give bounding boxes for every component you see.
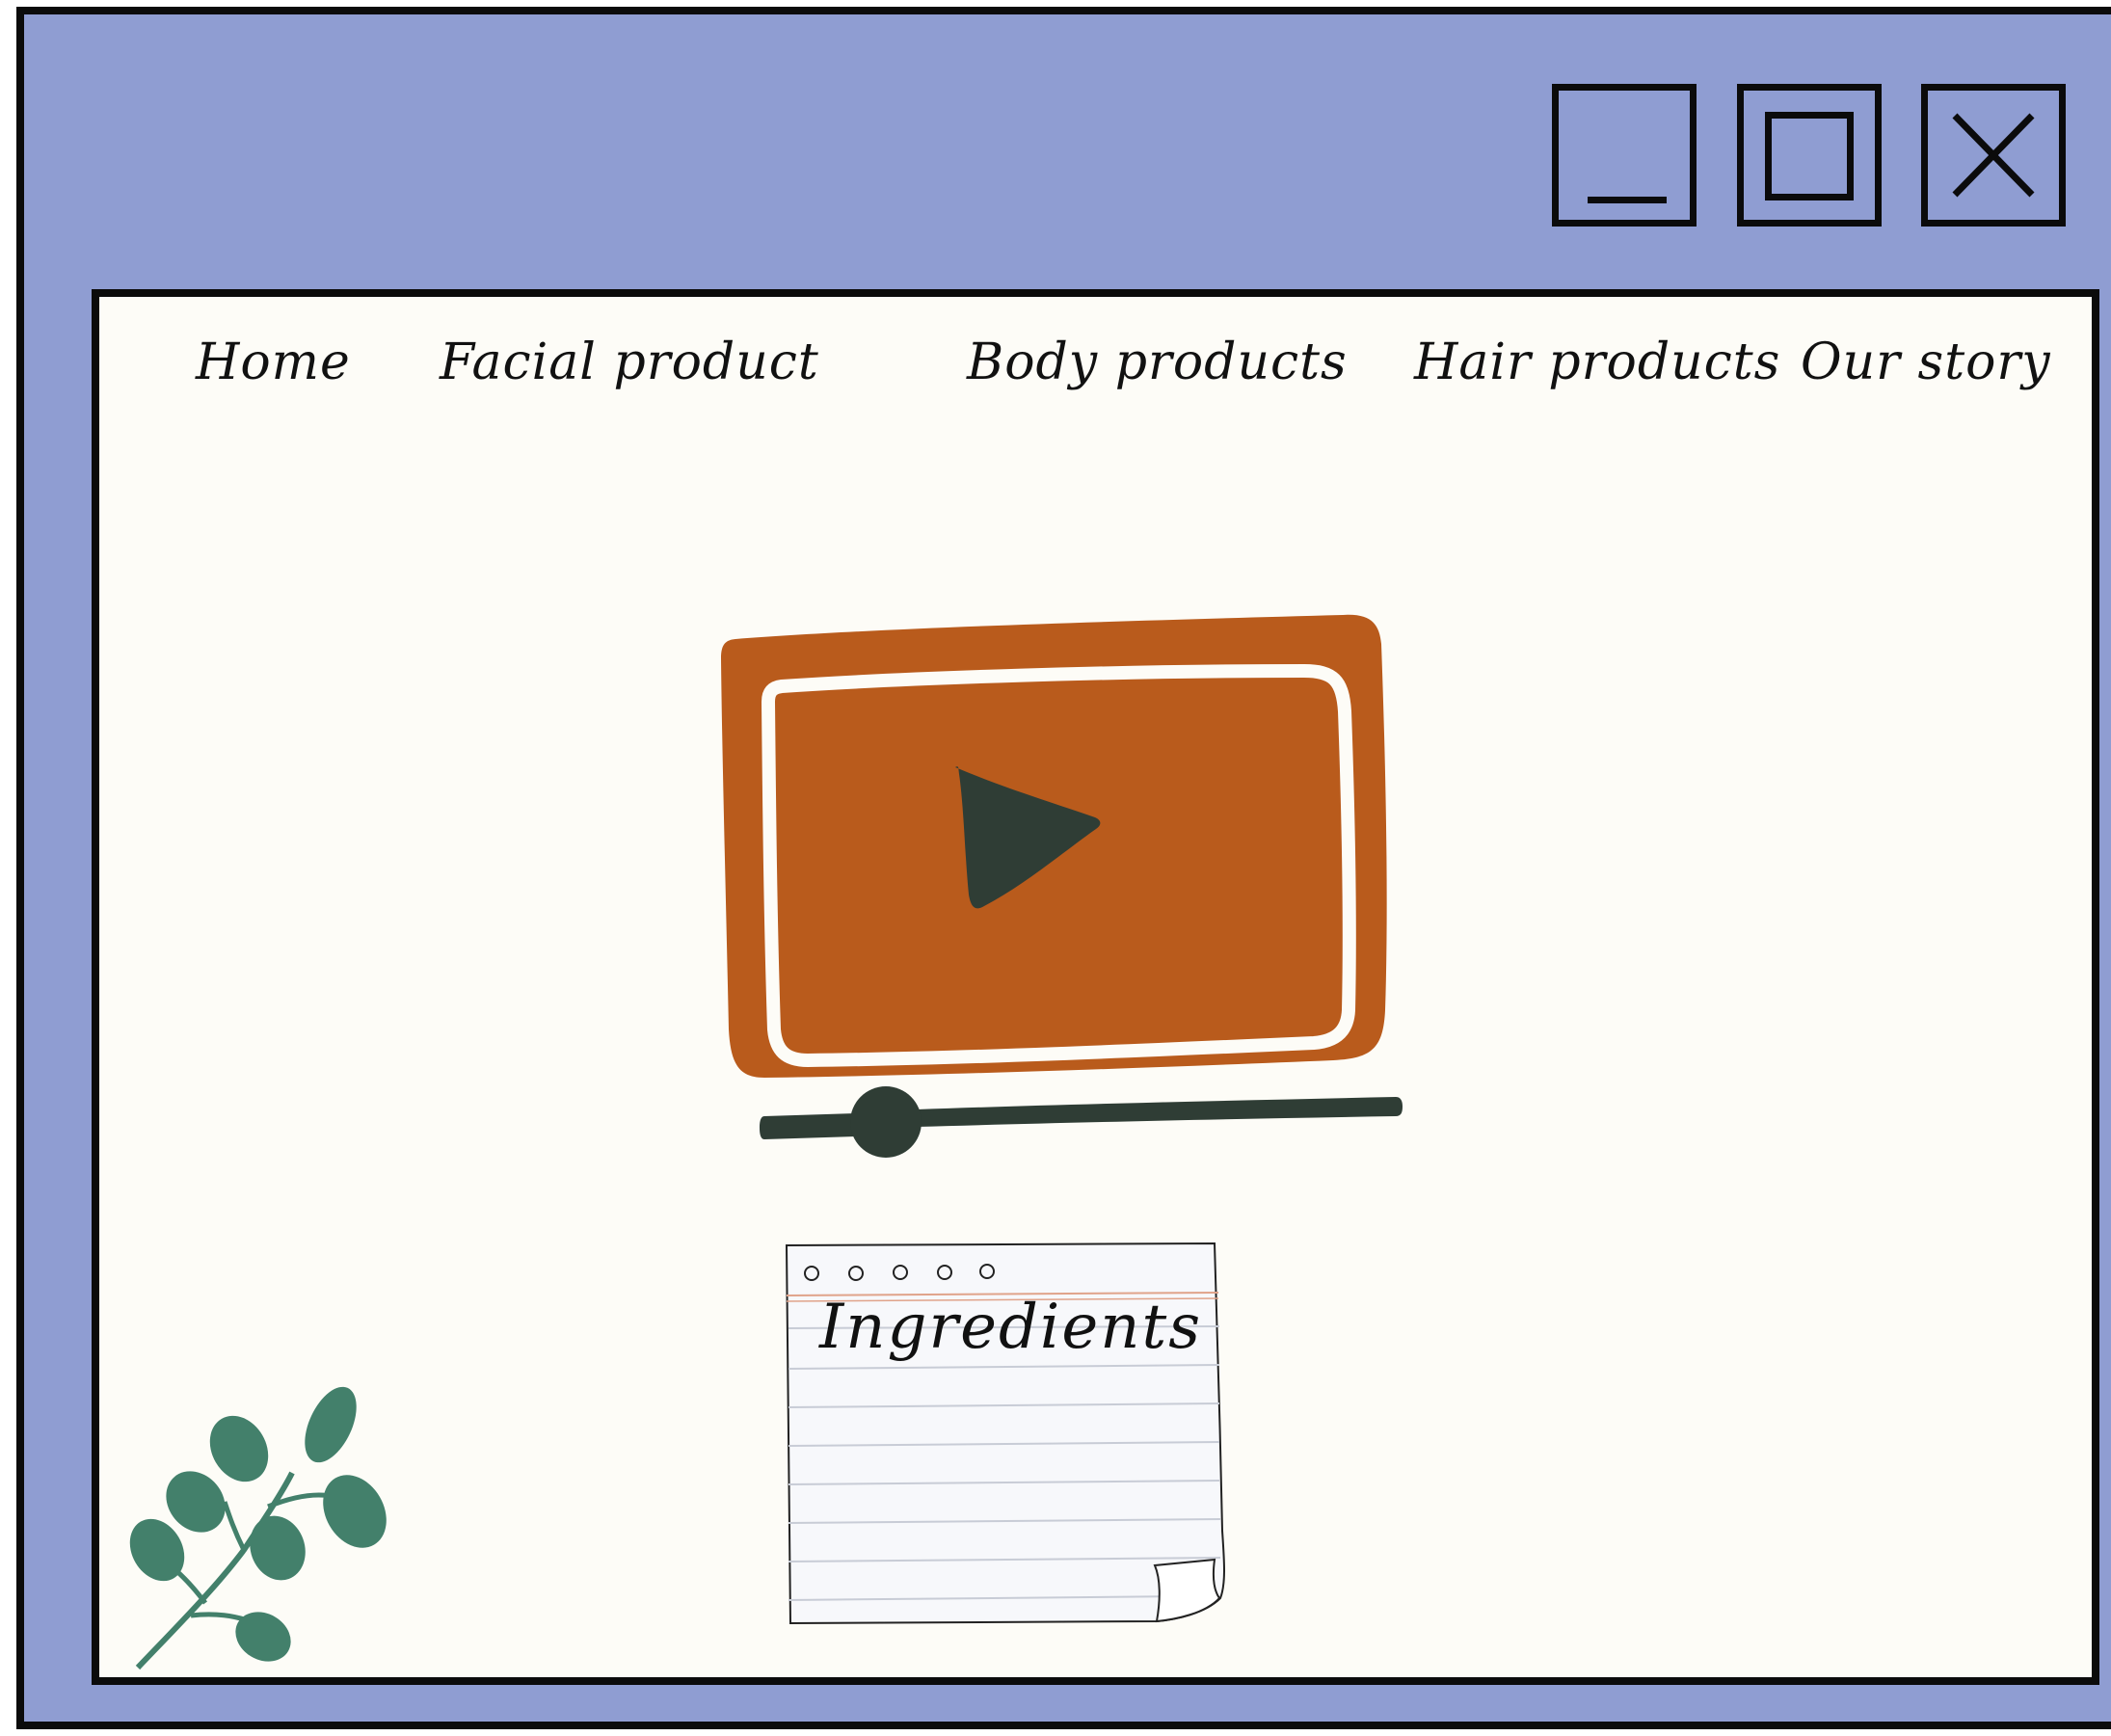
close-icon xyxy=(1952,113,2035,198)
video-progress-bar[interactable] xyxy=(760,1086,1403,1158)
minimize-button[interactable] xyxy=(1552,84,1697,227)
app-window: Home Facial product Body products Hair p… xyxy=(16,7,2111,1729)
close-button[interactable] xyxy=(1921,84,2066,227)
nav-body-products[interactable]: Body products xyxy=(967,334,1348,391)
progress-thumb[interactable] xyxy=(850,1086,922,1158)
ingredients-note: Ingredients xyxy=(781,1242,1243,1666)
page-content: Home Facial product Body products Hair p… xyxy=(92,289,2099,1685)
note-title: Ingredients xyxy=(819,1292,1203,1363)
maximize-button[interactable] xyxy=(1737,84,1882,227)
minimize-icon xyxy=(1588,197,1667,203)
leaf-branch-icon xyxy=(129,1386,387,1670)
nav-facial-product[interactable]: Facial product xyxy=(440,334,819,391)
main-nav: Home Facial product Body products Hair p… xyxy=(99,297,2092,413)
video-player[interactable] xyxy=(716,605,1468,1184)
nav-hair-products[interactable]: Hair products xyxy=(1414,334,1780,391)
maximize-icon xyxy=(1765,112,1854,200)
nav-home[interactable]: Home xyxy=(196,334,351,391)
nav-our-story[interactable]: Our story xyxy=(1801,334,2051,391)
